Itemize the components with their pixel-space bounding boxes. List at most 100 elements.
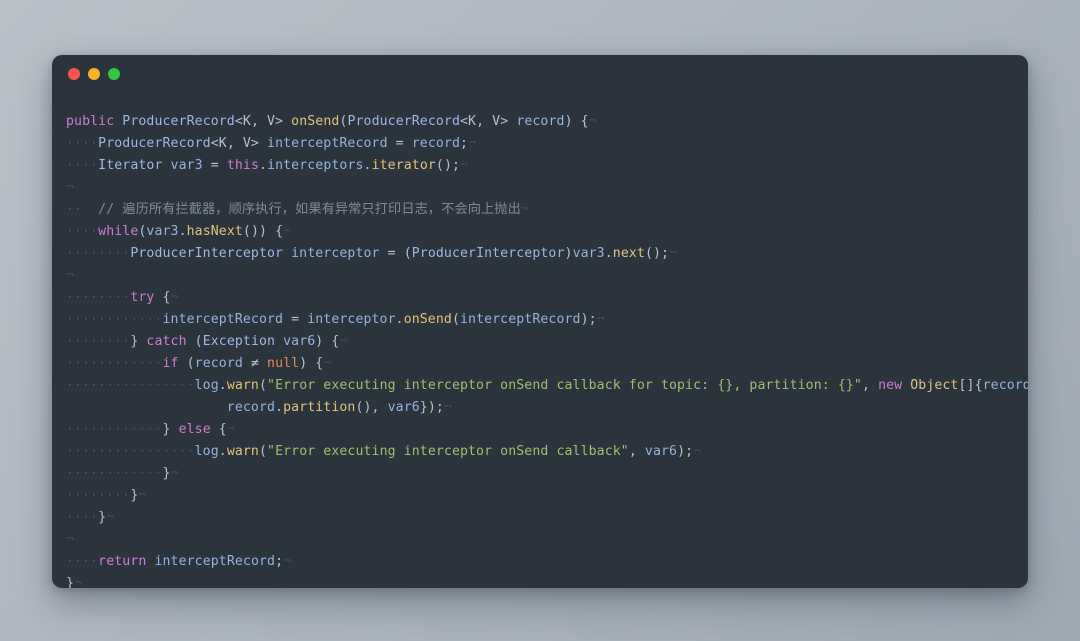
code-token: = [379,246,404,261]
code-token: . [259,158,268,173]
code-token: ( [178,356,195,371]
indent-guide: ···· [66,224,99,239]
line-end-marker: ¬ [138,488,147,503]
code-token: interceptor [291,246,380,261]
code-token: (); [435,158,461,173]
code-token: var6 [644,444,678,459]
code-token: warn [226,444,259,459]
code-token: iterator [371,158,436,173]
line-end-marker: ¬ [66,180,75,195]
code-token: , [861,378,879,393]
code-line: ····ProducerRecord<K, V> interceptRecord… [52,133,1028,155]
code-token: ProducerRecord [347,114,461,129]
code-token: = [202,158,227,173]
maximize-icon[interactable] [108,68,120,80]
code-token: (), [355,400,388,415]
indent-guide: ········ [66,246,131,261]
code-token: ( [258,378,268,393]
code-token: { [210,422,227,437]
code-token: []{ [958,378,983,393]
code-token: } [98,510,107,525]
code-line: ·· // 遍历所有拦截器，顺序执行，如果有异常只打印日志，不会向上抛出¬ [52,199,1028,221]
window-titlebar [52,55,1028,93]
code-line: ········try {¬ [52,287,1028,309]
code-line: ················log.warn("Error executin… [52,375,1028,397]
code-line: ············}¬ [52,463,1028,485]
code-token: ; [460,136,469,151]
indent-guide: ···· [66,510,99,525]
minimize-icon[interactable] [88,68,100,80]
code-token: public [66,114,115,129]
code-token: return [98,554,147,569]
indent-guide: ············ [66,422,163,437]
line-end-marker: ¬ [170,466,179,481]
code-token: log [194,444,219,459]
line-end-marker: ¬ [323,356,332,371]
code-token: ) [564,246,573,261]
code-token: . [363,158,372,173]
line-end-marker: ¬ [596,312,605,327]
code-token: else [178,422,211,437]
code-line: ¬ [52,265,1028,287]
line-end-marker: ¬ [226,422,235,437]
code-token: . [604,246,613,261]
code-token: ≠ [242,356,268,371]
code-token: = [283,312,308,327]
code-token: if [162,356,179,371]
code-token: interceptors [267,158,364,173]
code-token: ProducerInterceptor [411,246,565,261]
indent-guide: ···· [66,554,99,569]
indent-guide: ············ [66,466,163,481]
code-token: (); [644,246,670,261]
close-icon[interactable] [68,68,80,80]
code-editor-content[interactable]: public ProducerRecord<K, V> onSend(Produ… [52,93,1028,588]
indent-guide: ················ [66,444,195,459]
indent-guide: ···· [66,158,99,173]
code-token: ( [258,444,268,459]
code-token: onSend [291,114,340,129]
line-end-marker: ¬ [443,400,452,415]
code-line: ········}¬ [52,485,1028,507]
line-end-marker: ¬ [283,224,292,239]
code-token: <K, V> [234,114,284,129]
line-end-marker: ¬ [66,532,75,547]
code-token: record [226,400,276,415]
code-token: <K, V> [460,114,509,129]
code-token: catch [146,334,187,349]
indent-guide: ········ [66,334,131,349]
code-token: interceptRecord [162,312,284,327]
code-token: record [194,356,243,371]
code-token: } [162,466,171,481]
line-end-marker: ¬ [460,158,469,173]
line-end-marker: ¬ [588,114,597,129]
code-token: interceptor [307,312,396,327]
code-token: = [387,136,412,151]
code-line: ····Iterator var3 = this.interceptors.it… [52,155,1028,177]
code-token: interceptRecord [154,554,276,569]
code-token: // 遍历所有拦截器，顺序执行，如果有异常只打印日志，不会向上抛出 [82,202,521,217]
code-token: ( [403,246,412,261]
code-token: ProducerInterceptor [130,246,284,261]
code-token: var3 [146,224,179,239]
code-token: Iterator [98,158,163,173]
code-token: ()) { [242,224,284,239]
code-token: } [130,334,147,349]
code-line: public ProducerRecord<K, V> onSend(Produ… [52,111,1028,133]
code-token: <K, V> [210,136,259,151]
line-end-marker: ¬ [468,136,477,151]
code-token: var3 [572,246,605,261]
code-token: "Error executing interceptor onSend call… [267,444,629,459]
code-token: var6 [387,400,420,415]
line-end-marker: ¬ [66,268,75,283]
code-token: interceptRecord [267,136,388,151]
code-token: , [628,444,645,459]
indent-guide: ················ [66,378,195,393]
code-line: ················log.warn("Error executin… [52,441,1028,463]
code-line: ····while(var3.hasNext()) {¬ [52,221,1028,243]
code-line: record.partition(), var6});¬ [52,397,1028,419]
code-token: Object [910,378,959,393]
